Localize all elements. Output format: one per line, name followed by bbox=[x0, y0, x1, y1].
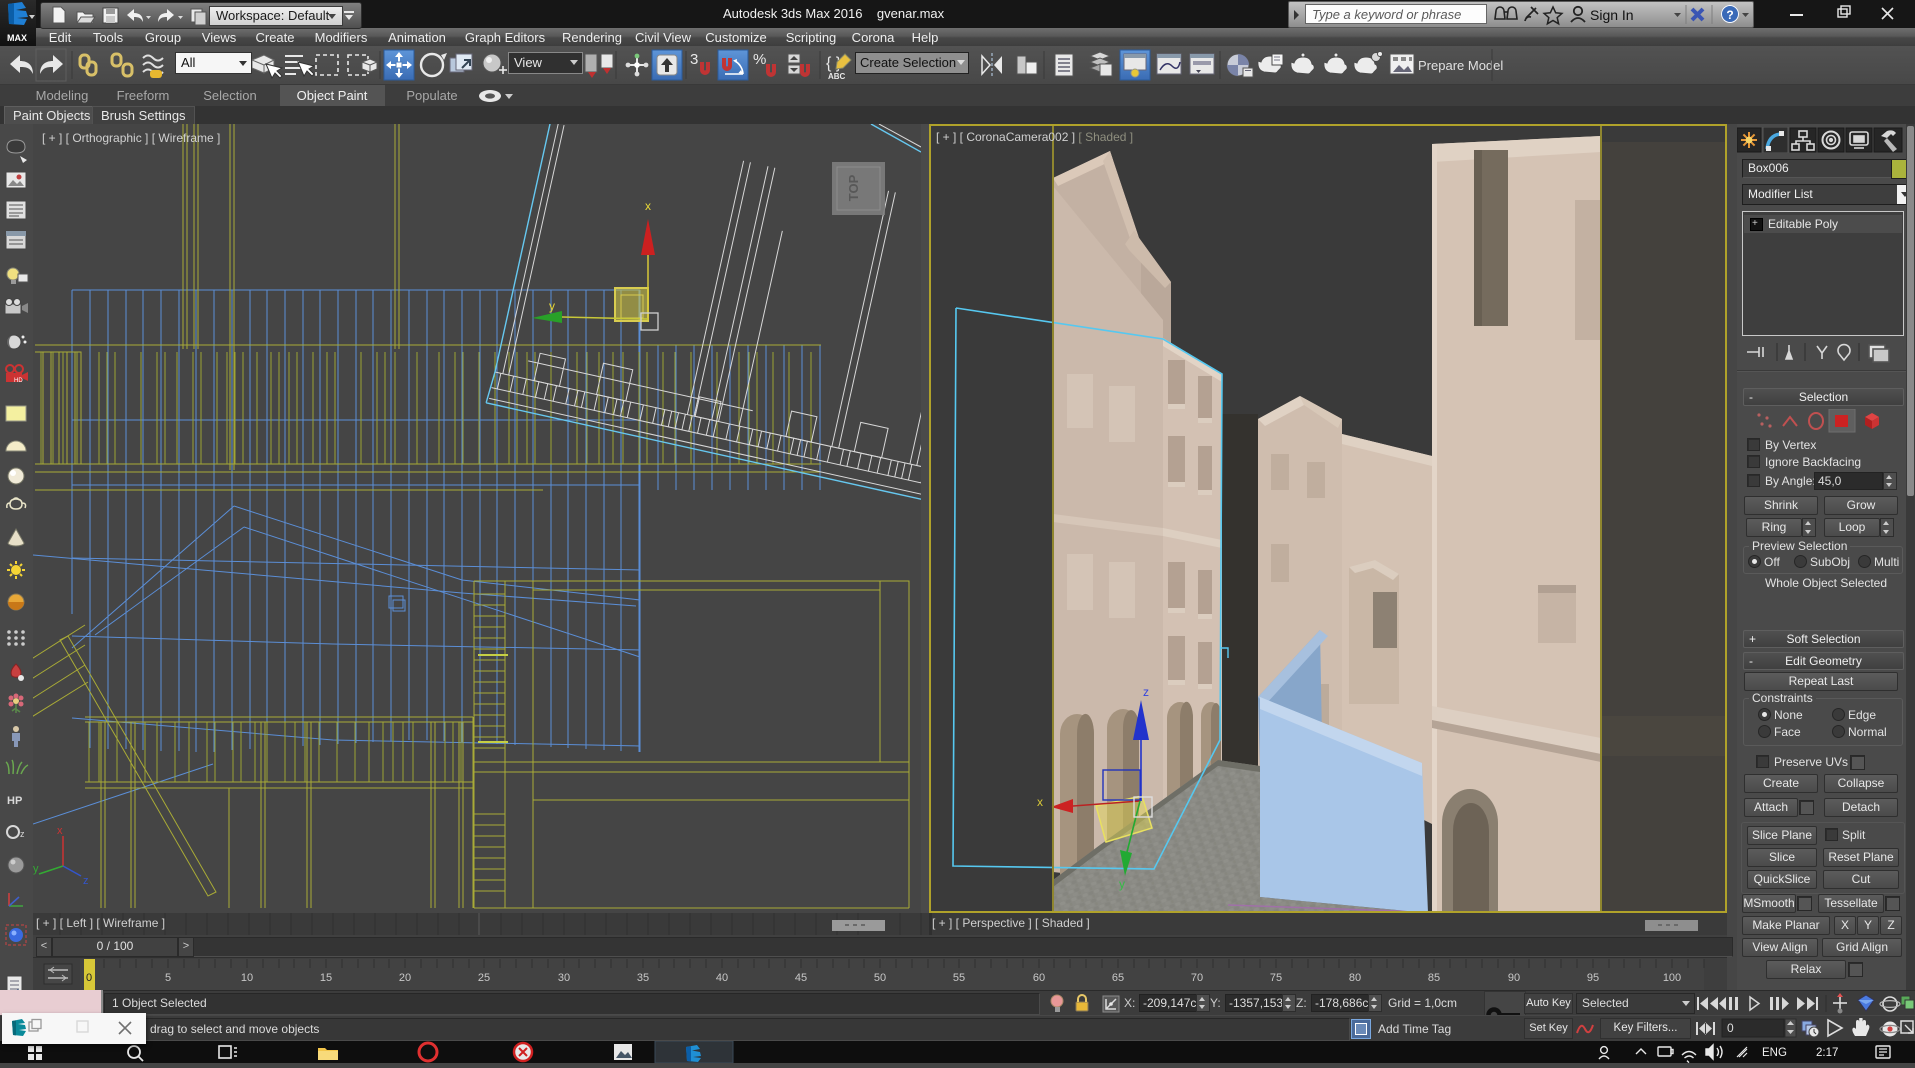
svg-text:?: ? bbox=[1726, 8, 1733, 22]
svg-text:y: y bbox=[33, 863, 39, 875]
svg-text:90: 90 bbox=[1508, 972, 1520, 984]
svg-text:20: 20 bbox=[399, 972, 411, 984]
svg-text:80: 80 bbox=[1349, 972, 1361, 984]
svg-text:x: x bbox=[1037, 795, 1043, 809]
svg-text:95: 95 bbox=[1587, 972, 1599, 984]
svg-text:ABC: ABC bbox=[828, 72, 846, 81]
svg-text:55: 55 bbox=[953, 972, 965, 984]
svg-text:x: x bbox=[57, 825, 63, 837]
svg-text:70: 70 bbox=[1191, 972, 1203, 984]
svg-text:2:17: 2:17 bbox=[1816, 1047, 1838, 1059]
svg-text:3: 3 bbox=[690, 51, 698, 68]
svg-text:TOP: TOP bbox=[846, 174, 861, 201]
svg-text:0: 0 bbox=[86, 972, 92, 984]
svg-text:0: 0 bbox=[1727, 1021, 1734, 1035]
svg-text:z: z bbox=[20, 829, 25, 839]
svg-text:60: 60 bbox=[1033, 972, 1045, 984]
svg-text:Sign In: Sign In bbox=[1590, 7, 1634, 23]
svg-text:y: y bbox=[549, 299, 555, 313]
svg-text:30: 30 bbox=[558, 972, 570, 984]
svg-text:65: 65 bbox=[1112, 972, 1124, 984]
svg-text:y: y bbox=[1119, 877, 1125, 891]
svg-text:HP: HP bbox=[7, 795, 22, 807]
svg-text:40: 40 bbox=[716, 972, 728, 984]
svg-text:5: 5 bbox=[165, 972, 171, 984]
svg-text:100: 100 bbox=[1663, 972, 1681, 984]
svg-text:ENG: ENG bbox=[1762, 1047, 1787, 1059]
svg-text:35: 35 bbox=[637, 972, 649, 984]
svg-text:25: 25 bbox=[478, 972, 490, 984]
svg-text:75: 75 bbox=[1270, 972, 1282, 984]
svg-text:Prepare Model: Prepare Model bbox=[1418, 58, 1503, 73]
svg-text:MAX: MAX bbox=[7, 33, 27, 43]
svg-text:HD: HD bbox=[14, 378, 23, 384]
svg-text:10: 10 bbox=[241, 972, 253, 984]
svg-text:%: % bbox=[753, 51, 766, 68]
svg-text:z: z bbox=[83, 875, 89, 887]
svg-text:85: 85 bbox=[1428, 972, 1440, 984]
svg-text:x: x bbox=[645, 199, 651, 213]
svg-text:z: z bbox=[1143, 685, 1149, 699]
svg-text:45: 45 bbox=[795, 972, 807, 984]
svg-text:50: 50 bbox=[874, 972, 886, 984]
svg-text:15: 15 bbox=[320, 972, 332, 984]
